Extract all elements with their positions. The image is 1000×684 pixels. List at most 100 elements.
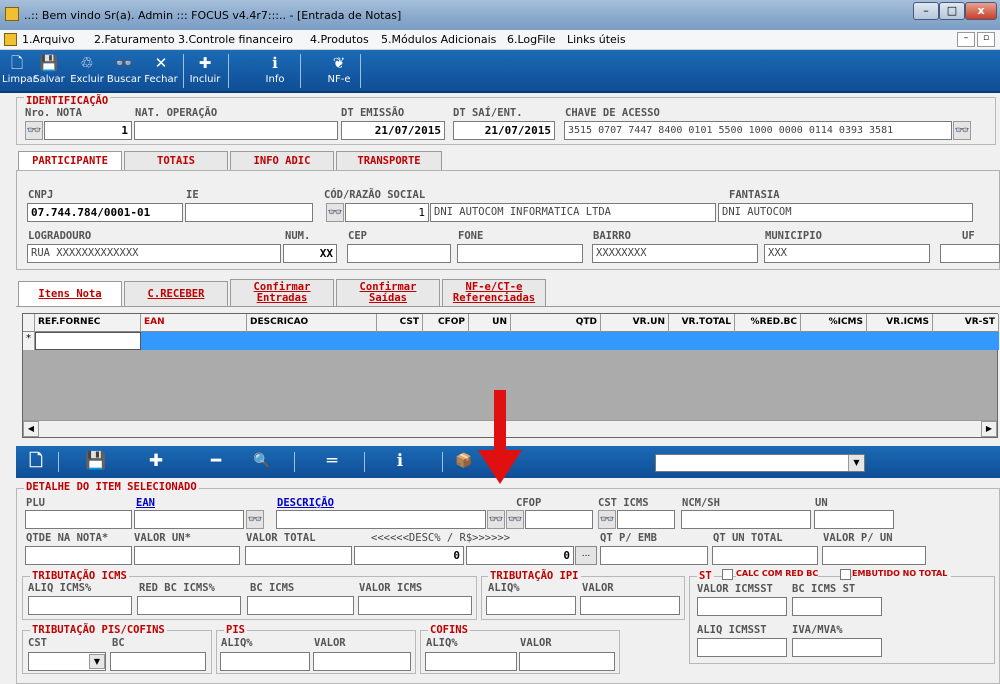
col-un[interactable]: UN xyxy=(469,314,511,332)
qtde-nota-field[interactable] xyxy=(25,546,132,565)
grid-new-row[interactable]: * xyxy=(23,332,999,350)
cfop-search-button[interactable]: 👓 xyxy=(506,510,524,529)
valor-icms-field[interactable] xyxy=(358,596,472,615)
cod-field[interactable]: 1 xyxy=(345,203,429,222)
descricao-field[interactable] xyxy=(276,510,486,529)
more-button[interactable]: ... xyxy=(575,546,597,565)
valor-p-un-field[interactable] xyxy=(822,546,926,565)
valor-cofins-field[interactable] xyxy=(519,652,615,671)
add-item-button[interactable]: ✚ xyxy=(142,448,170,474)
tab-nfe-cte-referenciadas[interactable]: NF-e/CT-e Referenciadas xyxy=(442,279,546,306)
col-cst[interactable]: CST xyxy=(377,314,423,332)
desconto-valor-field[interactable]: 0 xyxy=(466,546,574,565)
remove-item-button[interactable]: ━ xyxy=(202,448,230,474)
tab-transporte[interactable]: TRANSPORTE xyxy=(336,151,442,170)
embutido-checkbox[interactable] xyxy=(840,569,851,580)
col-icms[interactable]: %ICMS xyxy=(801,314,867,332)
menu-produtos[interactable]: 4.Produtos xyxy=(310,33,369,46)
menu-modulos-adicionais[interactable]: 5.Módulos Adicionais xyxy=(381,33,496,46)
item-dropdown[interactable]: ▼ xyxy=(655,454,865,472)
ie-field[interactable] xyxy=(185,203,313,222)
valor-pis-field[interactable] xyxy=(313,652,411,671)
razao-social-field[interactable]: DNI AUTOCOM INFORMATICA LTDA xyxy=(430,203,716,222)
valor-total-field[interactable] xyxy=(245,546,352,565)
col-cfop[interactable]: CFOP xyxy=(423,314,469,332)
aliq-ipi-field[interactable] xyxy=(486,596,576,615)
equals-button[interactable]: ═ xyxy=(318,448,346,474)
participante-search-button[interactable]: 👓 xyxy=(326,203,344,222)
logradouro-field[interactable]: RUA XXXXXXXXXXXXX xyxy=(27,244,281,263)
red-bc-icms-field[interactable] xyxy=(137,596,241,615)
col-vr-total[interactable]: VR.TOTAL xyxy=(669,314,735,332)
excluir-button[interactable]: ♲ Excluir xyxy=(70,52,104,90)
menu-controle-financeiro[interactable]: 3.Controle financeiro xyxy=(178,33,293,46)
nat-operacao-field[interactable] xyxy=(134,121,338,140)
plu-field[interactable] xyxy=(25,510,132,529)
aliq-icmsst-field[interactable] xyxy=(697,638,787,657)
col-descricao[interactable]: DESCRICAO xyxy=(247,314,377,332)
ean-link[interactable]: EAN xyxy=(136,497,155,509)
valor-ipi-field[interactable] xyxy=(580,596,680,615)
col-qtd[interactable]: QTD xyxy=(511,314,601,332)
bairro-field[interactable]: XXXXXXXX xyxy=(592,244,758,263)
tab-participante[interactable]: PARTICIPANTE xyxy=(18,151,122,171)
chevron-down-icon[interactable]: ▼ xyxy=(89,654,105,669)
municipio-field[interactable]: XXX xyxy=(764,244,930,263)
bc-icms-field[interactable] xyxy=(247,596,354,615)
scroll-right-button[interactable]: ▶ xyxy=(981,421,997,437)
tab-info-adic[interactable]: INFO ADIC xyxy=(230,151,334,170)
limpar-button[interactable]: 🗋 Limpar xyxy=(2,52,37,90)
info-button[interactable]: ℹ Info xyxy=(262,52,288,90)
ncm-field[interactable] xyxy=(681,510,811,529)
fantasia-field[interactable]: DNI AUTOCOM xyxy=(718,203,973,222)
aliq-icms-field[interactable] xyxy=(28,596,132,615)
tab-c-receber[interactable]: C.RECEBER xyxy=(124,281,228,306)
menu-arquivo[interactable]: 1.Arquivo xyxy=(22,33,75,46)
descricao-search-button[interactable]: 👓 xyxy=(487,510,505,529)
close-button[interactable]: x xyxy=(965,2,997,20)
tab-confirmar-saidas[interactable]: Confirmar Saídas xyxy=(336,279,440,306)
chave-acesso-field[interactable]: 3515 0707 7447 8400 0101 5500 1000 0000 … xyxy=(564,121,952,140)
tab-totais[interactable]: TOTAIS xyxy=(124,151,228,170)
aliq-cofins-field[interactable] xyxy=(425,652,517,671)
un-field[interactable] xyxy=(814,510,894,529)
fone-field[interactable] xyxy=(457,244,583,263)
cfop-field[interactable] xyxy=(525,510,593,529)
descricao-link[interactable]: DESCRIÇÃO xyxy=(277,497,334,509)
menu-links-uteis[interactable]: Links úteis xyxy=(567,33,626,46)
col-ref-fornec[interactable]: REF.FORNEC xyxy=(35,314,141,332)
new-item-button[interactable]: 🗋 xyxy=(22,448,50,474)
nro-search-button[interactable]: 👓 xyxy=(25,121,43,140)
cst-icms-field[interactable] xyxy=(617,510,675,529)
chevron-down-icon[interactable]: ▼ xyxy=(848,455,864,471)
iva-mva-field[interactable] xyxy=(792,638,882,657)
bc-pis-field[interactable] xyxy=(110,652,206,671)
scroll-left-button[interactable]: ◀ xyxy=(23,421,39,437)
aliq-pis-field[interactable] xyxy=(220,652,310,671)
menu-logfile[interactable]: 6.LogFile xyxy=(507,33,556,46)
nro-nota-field[interactable]: 1 xyxy=(44,121,132,140)
dt-sai-ent-field[interactable]: 21/07/2015 xyxy=(453,121,555,140)
tab-itens-nota[interactable]: Itens Nota xyxy=(18,281,122,307)
col-ean[interactable]: EAN xyxy=(141,314,247,332)
ean-search-button[interactable]: 👓 xyxy=(246,510,264,529)
valor-icmsst-field[interactable] xyxy=(697,597,787,616)
cst-icms-search-button[interactable]: 👓 xyxy=(598,510,616,529)
search-item-button[interactable]: 🔍 xyxy=(248,448,276,474)
qt-un-total-field[interactable] xyxy=(712,546,818,565)
col-vr-icms[interactable]: VR.ICMS xyxy=(867,314,933,332)
salvar-button[interactable]: 💾 Salvar xyxy=(32,52,66,90)
tab-confirmar-entradas[interactable]: Confirmar Entradas xyxy=(230,279,334,306)
desconto-percent-field[interactable]: 0 xyxy=(354,546,464,565)
maximize-button[interactable]: □ xyxy=(939,2,965,20)
cep-field[interactable] xyxy=(347,244,451,263)
inner-minimize-button[interactable]: – xyxy=(957,32,975,47)
incluir-button[interactable]: ✚ Incluir xyxy=(188,52,222,90)
bc-icms-st-field[interactable] xyxy=(792,597,882,616)
qt-emb-field[interactable] xyxy=(600,546,708,565)
ref-fornec-cell[interactable] xyxy=(35,332,141,350)
save-item-button[interactable]: 💾 xyxy=(82,448,110,474)
col-vr-un[interactable]: VR.UN xyxy=(601,314,669,332)
chave-search-button[interactable]: 👓 xyxy=(953,121,971,140)
calc-red-bc-checkbox[interactable] xyxy=(722,569,733,580)
